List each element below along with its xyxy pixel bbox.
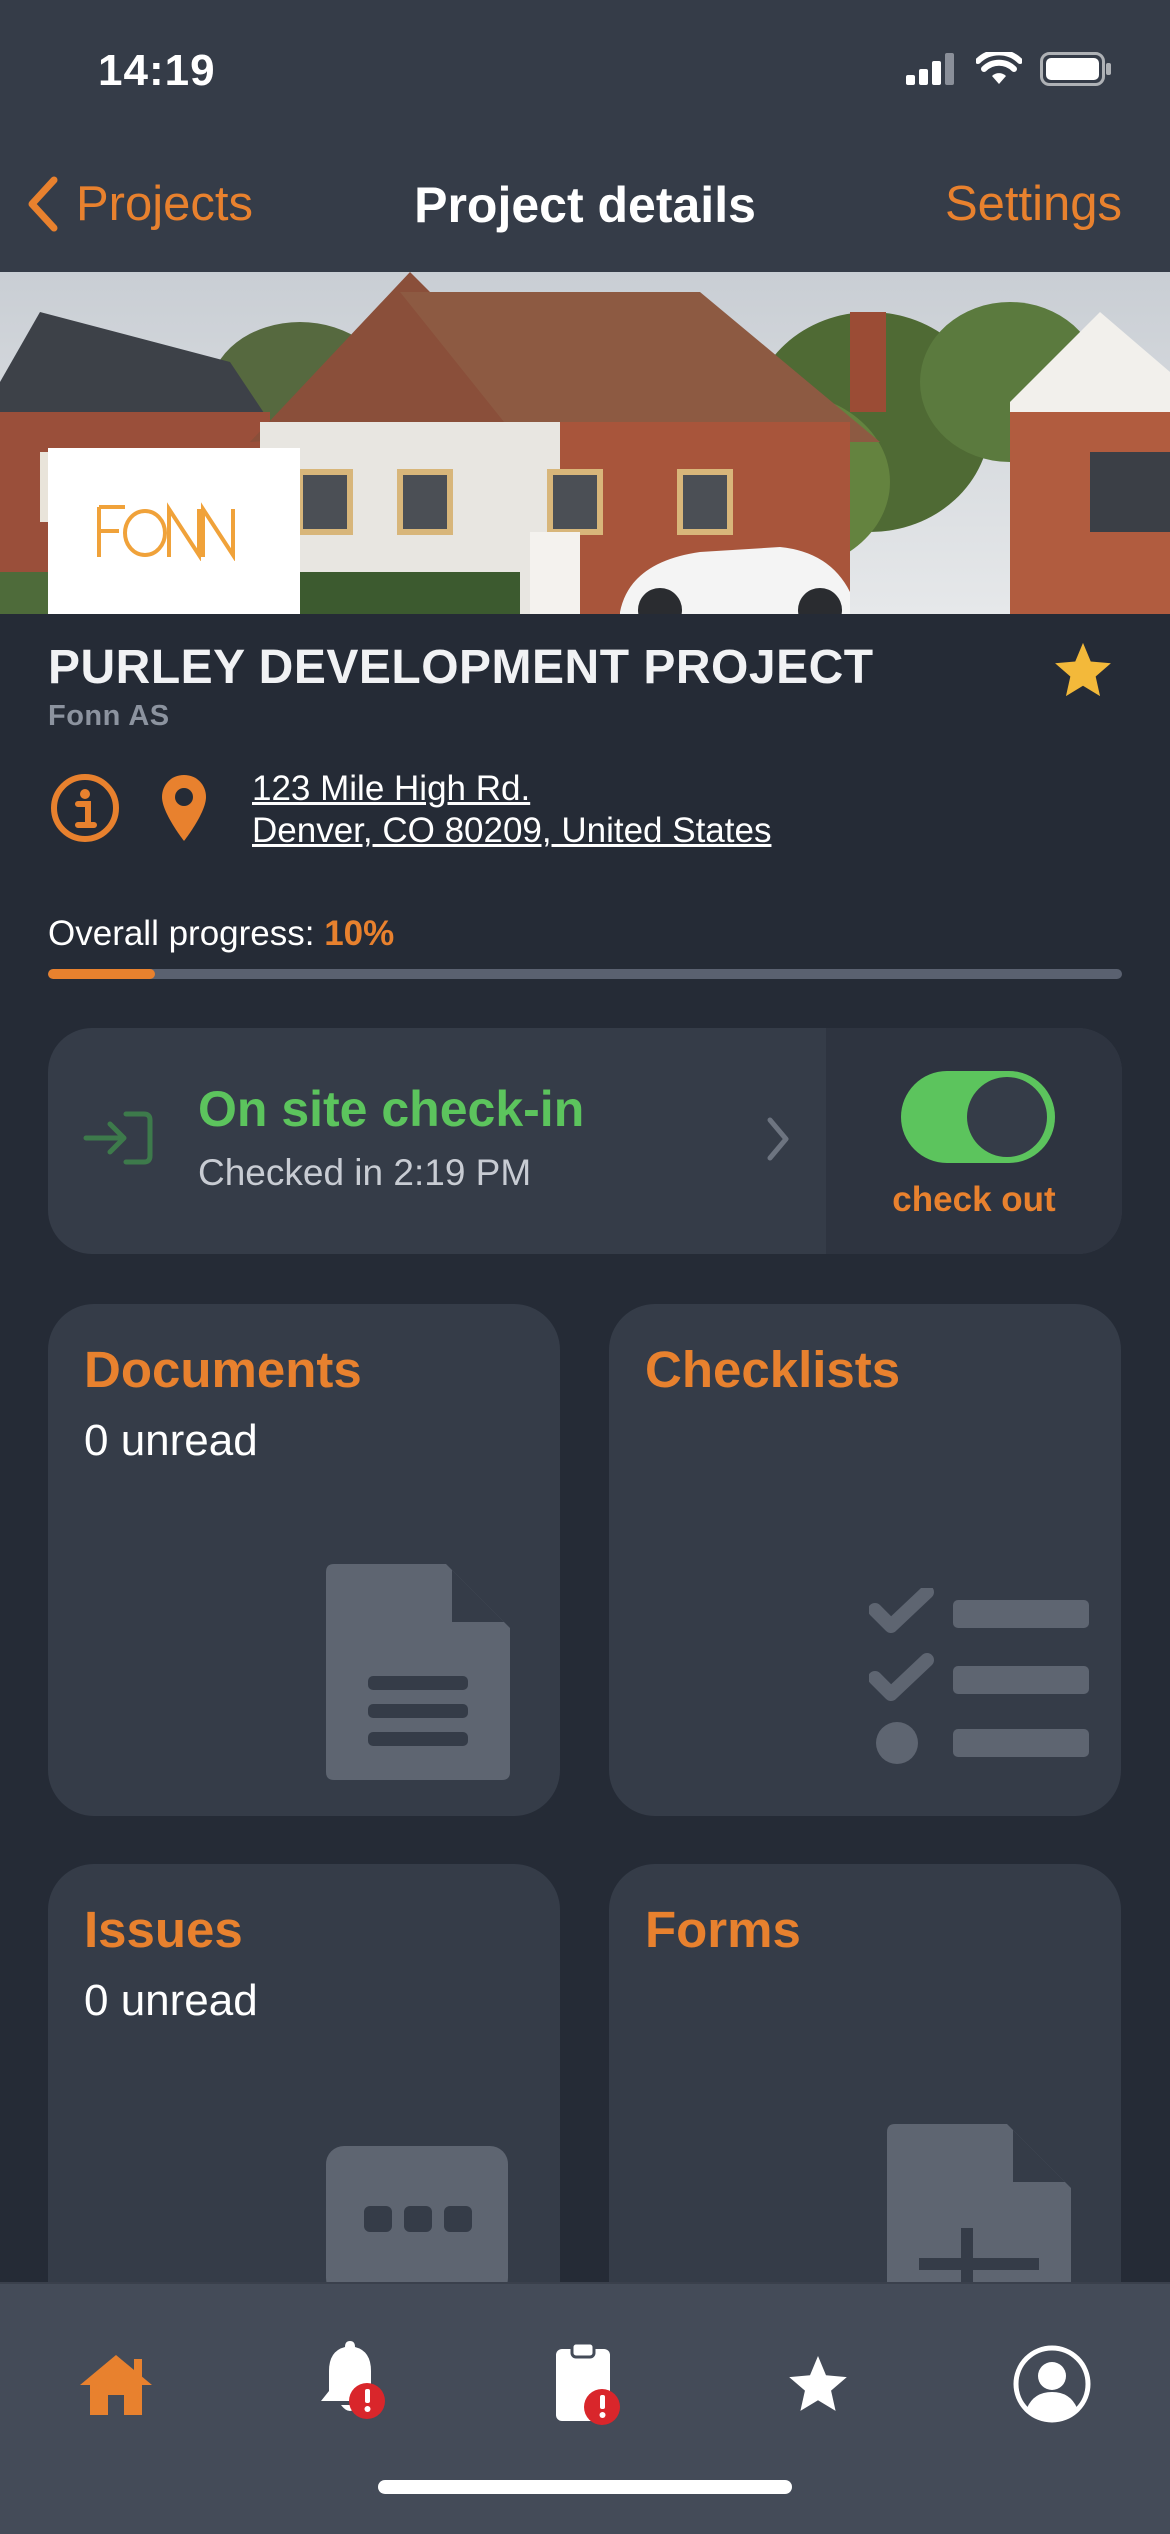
wifi-icon [976,52,1022,84]
tile-title: Checklists [645,1341,901,1398]
notifications-icon [321,2341,385,2419]
chevron-right-icon [767,1117,789,1161]
tab-favorites[interactable] [758,2324,878,2444]
sign-in-icon [83,1111,153,1165]
battery-icon [1040,52,1111,86]
fonn-logo-icon [97,502,235,561]
checkin-title: On site check-in [198,1081,585,1137]
document-icon [326,1564,510,1780]
tab-notifications[interactable] [290,2324,410,2444]
progress-label-text: Overall progress: [48,914,315,953]
checkin-card[interactable]: On site check-in Checked in 2:19 PM chec… [48,1028,1122,1254]
tab-home[interactable] [56,2324,176,2444]
home-icon [80,2355,152,2415]
progress-bar-fill [48,969,156,979]
tasks-icon [556,2341,620,2425]
info-icon[interactable] [50,773,120,848]
location-pin-icon [160,773,208,848]
favorites-icon [789,2356,847,2411]
progress-value: 10% [324,914,395,953]
address-line-1: 123 Mile High Rd. [252,769,531,808]
checkin-time: Checked in 2:19 PM [198,1152,532,1193]
progress-label: Overall progress: 10% [48,914,394,954]
tile-title: Documents [84,1341,362,1398]
project-title: PURLEY DEVELOPMENT PROJECT [48,641,874,694]
documents-tile[interactable]: Documents 0 unread [48,1304,560,1816]
signal-icon [906,53,954,85]
status-icons [906,52,1112,86]
checklists-tile[interactable]: Checklists [609,1304,1121,1816]
bottom-tab-bar [0,2282,1170,2534]
home-indicator [378,2480,792,2494]
status-time: 14:19 [98,46,216,95]
favorite-star-icon[interactable] [1052,640,1114,705]
project-address-link[interactable]: 123 Mile High Rd. Denver, CO 80209, Unit… [252,768,771,852]
settings-button[interactable]: Settings [945,176,1122,232]
address-line-2: Denver, CO 80209, United States [252,811,772,850]
tab-profile[interactable] [992,2324,1112,2444]
tile-subtitle: 0 unread [84,1976,258,2025]
toggle-knob [967,1077,1047,1157]
checkout-toggle[interactable] [901,1071,1055,1163]
project-company: Fonn AS [48,700,170,732]
tile-subtitle: 0 unread [84,1416,258,1465]
company-logo [48,448,300,614]
checklist-icon [869,1588,1089,1764]
tab-tasks[interactable] [525,2324,645,2444]
tile-title: Issues [84,1901,243,1958]
progress-bar [48,969,1122,979]
profile-icon [1013,2345,1091,2423]
checkout-label: check out [892,1180,1056,1219]
tile-title: Forms [645,1901,801,1958]
